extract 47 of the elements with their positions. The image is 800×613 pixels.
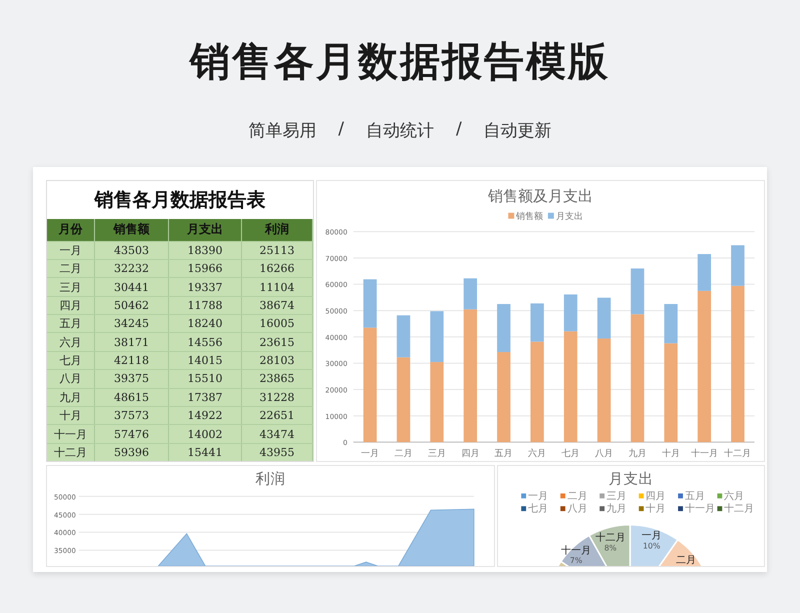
table-cell: 59396: [95, 444, 169, 462]
table-title: 销售各月数据报告表: [92, 188, 266, 213]
legend-label: 五月: [684, 490, 705, 502]
legend-label: 六月: [724, 490, 744, 502]
slice-label: 十二月: [595, 532, 626, 544]
tagline-text: 自动统计: [366, 120, 434, 142]
slice-percent: 8%: [604, 543, 617, 552]
legend-label: 二月: [567, 490, 588, 502]
legend-label: 一月: [528, 490, 548, 502]
table-cell: 15441: [169, 444, 242, 462]
axis-label: 八月: [595, 449, 614, 460]
legend-label: 十一月: [684, 504, 715, 515]
axis-label: 三月: [428, 449, 446, 460]
tagline-text: 自动更新: [484, 120, 552, 142]
legend-label: 八月: [567, 504, 588, 515]
legend-label: 九月: [606, 504, 626, 515]
chart-title: 销售额及月支出: [488, 186, 593, 205]
axis-label: 五月: [494, 449, 513, 460]
table-cell: 十二月: [47, 444, 95, 462]
slice-percent: 7%: [570, 556, 582, 566]
tagline-text: 简单易用: [248, 120, 316, 142]
axis-label: 七月: [562, 449, 580, 460]
axis-label: 一月: [361, 449, 380, 460]
axis-label: 二月: [394, 449, 412, 460]
legend-label: 月支出: [556, 212, 583, 222]
slice-label: 二月: [676, 555, 696, 566]
slice-percent: 10%: [642, 541, 660, 550]
legend-label: 四月: [646, 490, 666, 502]
axis-label: 十一月: [690, 449, 718, 460]
legend-label: 十月: [646, 504, 666, 515]
chart-title: 月支出: [608, 470, 654, 488]
page-title: 销售各月数据报告模版: [190, 38, 610, 87]
slice-label: 十一月: [561, 545, 592, 556]
chart-title: 利润: [256, 470, 286, 488]
legend-label: 三月: [606, 490, 626, 502]
table-cell: 43955: [242, 444, 313, 462]
axis-label: 六月: [528, 449, 546, 460]
axis-label: 四月: [461, 449, 480, 460]
tagline-text: /: [456, 119, 462, 141]
legend-label: 销售额: [516, 212, 544, 222]
slice-label: 一月: [642, 530, 662, 542]
axis-label: 九月: [628, 449, 646, 460]
legend-label: 十二月: [724, 504, 754, 515]
axis-label: 十二月: [724, 449, 752, 460]
axis-label: 十月: [662, 449, 680, 460]
legend-label: 七月: [528, 504, 548, 515]
tagline-text: /: [338, 119, 344, 141]
